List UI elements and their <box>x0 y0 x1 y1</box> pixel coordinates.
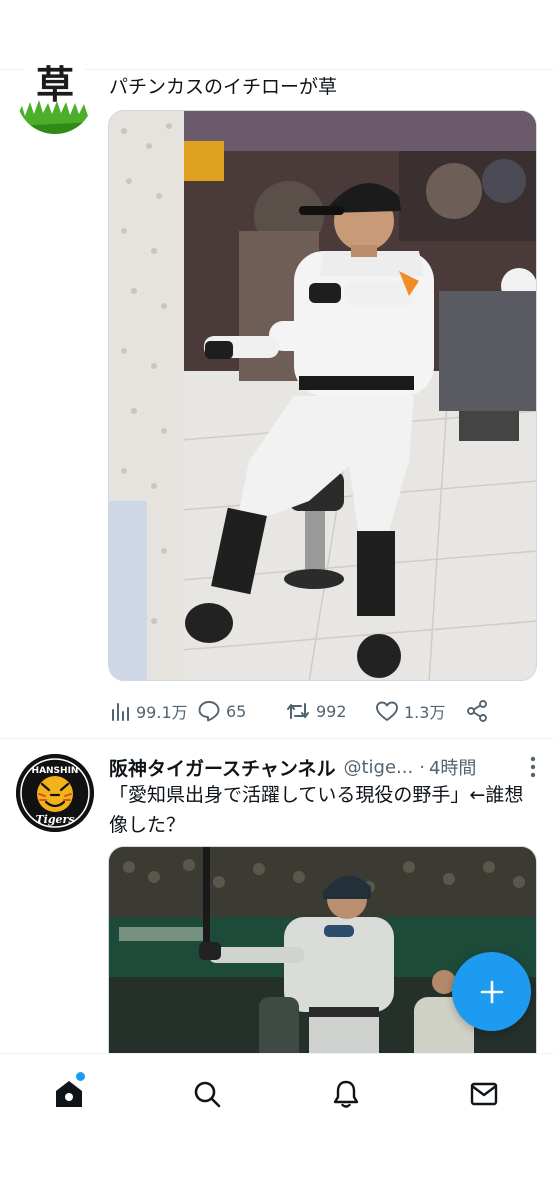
plus-icon <box>480 980 503 1003</box>
user-avatar[interactable]: HANSHIN Tigers <box>16 754 94 832</box>
bottom-navigation <box>0 1053 554 1200</box>
compose-tweet-button[interactable] <box>452 952 531 1031</box>
bell-icon <box>333 1080 359 1108</box>
hanshin-tigers-logo-icon: HANSHIN Tigers <box>16 754 94 832</box>
tweet-text: 「愛知県出身で活躍している現役の野手」←誰想像した？ <box>109 784 524 836</box>
tweet-text: パチンカスのイチローが草 <box>109 76 338 98</box>
like-count: 1.3万 <box>404 703 446 722</box>
avatar-logo-text-top: HANSHIN <box>32 766 79 776</box>
share-button[interactable] <box>465 696 489 726</box>
home-icon <box>56 1081 82 1107</box>
nav-messages[interactable] <box>464 1074 504 1114</box>
views-button[interactable]: 99.1万 <box>109 696 188 726</box>
views-count: 99.1万 <box>136 703 188 722</box>
separator-dot: · <box>419 756 425 778</box>
tweet-actions: 99.1万 65 992 1.3万 <box>109 696 493 726</box>
bar-chart-icon <box>112 703 129 721</box>
reply-bubble-icon <box>198 701 220 722</box>
tweet-timestamp[interactable]: 4時間 <box>429 754 476 780</box>
search-icon <box>194 1081 221 1108</box>
tweet[interactable]: 草 パチンカスのイチローが草 99.1万 65 992 1.3万 <box>0 56 554 738</box>
tweet-image[interactable] <box>108 110 537 681</box>
reply-button[interactable]: 65 <box>197 696 246 726</box>
user-avatar[interactable]: 草 <box>16 56 94 134</box>
home-unread-dot <box>76 1072 85 1081</box>
heart-icon <box>376 701 398 721</box>
nav-search[interactable] <box>187 1074 227 1114</box>
photo-player-at-pachinko-parlor-icon <box>109 111 536 680</box>
nav-notifications[interactable] <box>326 1074 366 1114</box>
retweet-icon <box>287 703 309 719</box>
like-button[interactable]: 1.3万 <box>375 696 445 726</box>
more-options-icon[interactable] <box>526 754 540 780</box>
tweet-header: 阪神タイガースチャンネル @tige... · 4時間 <box>109 752 540 782</box>
grass-kusa-avatar-icon: 草 <box>16 56 94 134</box>
avatar-kanji: 草 <box>36 62 74 107</box>
display-name[interactable]: 阪神タイガースチャンネル <box>109 754 335 781</box>
share-icon <box>467 700 487 722</box>
reply-count: 65 <box>226 701 247 721</box>
avatar-logo-text-bottom: Tigers <box>35 813 74 826</box>
retweet-button[interactable]: 992 <box>285 696 347 726</box>
retweet-count: 992 <box>316 701 347 721</box>
user-handle[interactable]: @tige... <box>343 757 413 778</box>
mail-icon <box>470 1082 498 1106</box>
